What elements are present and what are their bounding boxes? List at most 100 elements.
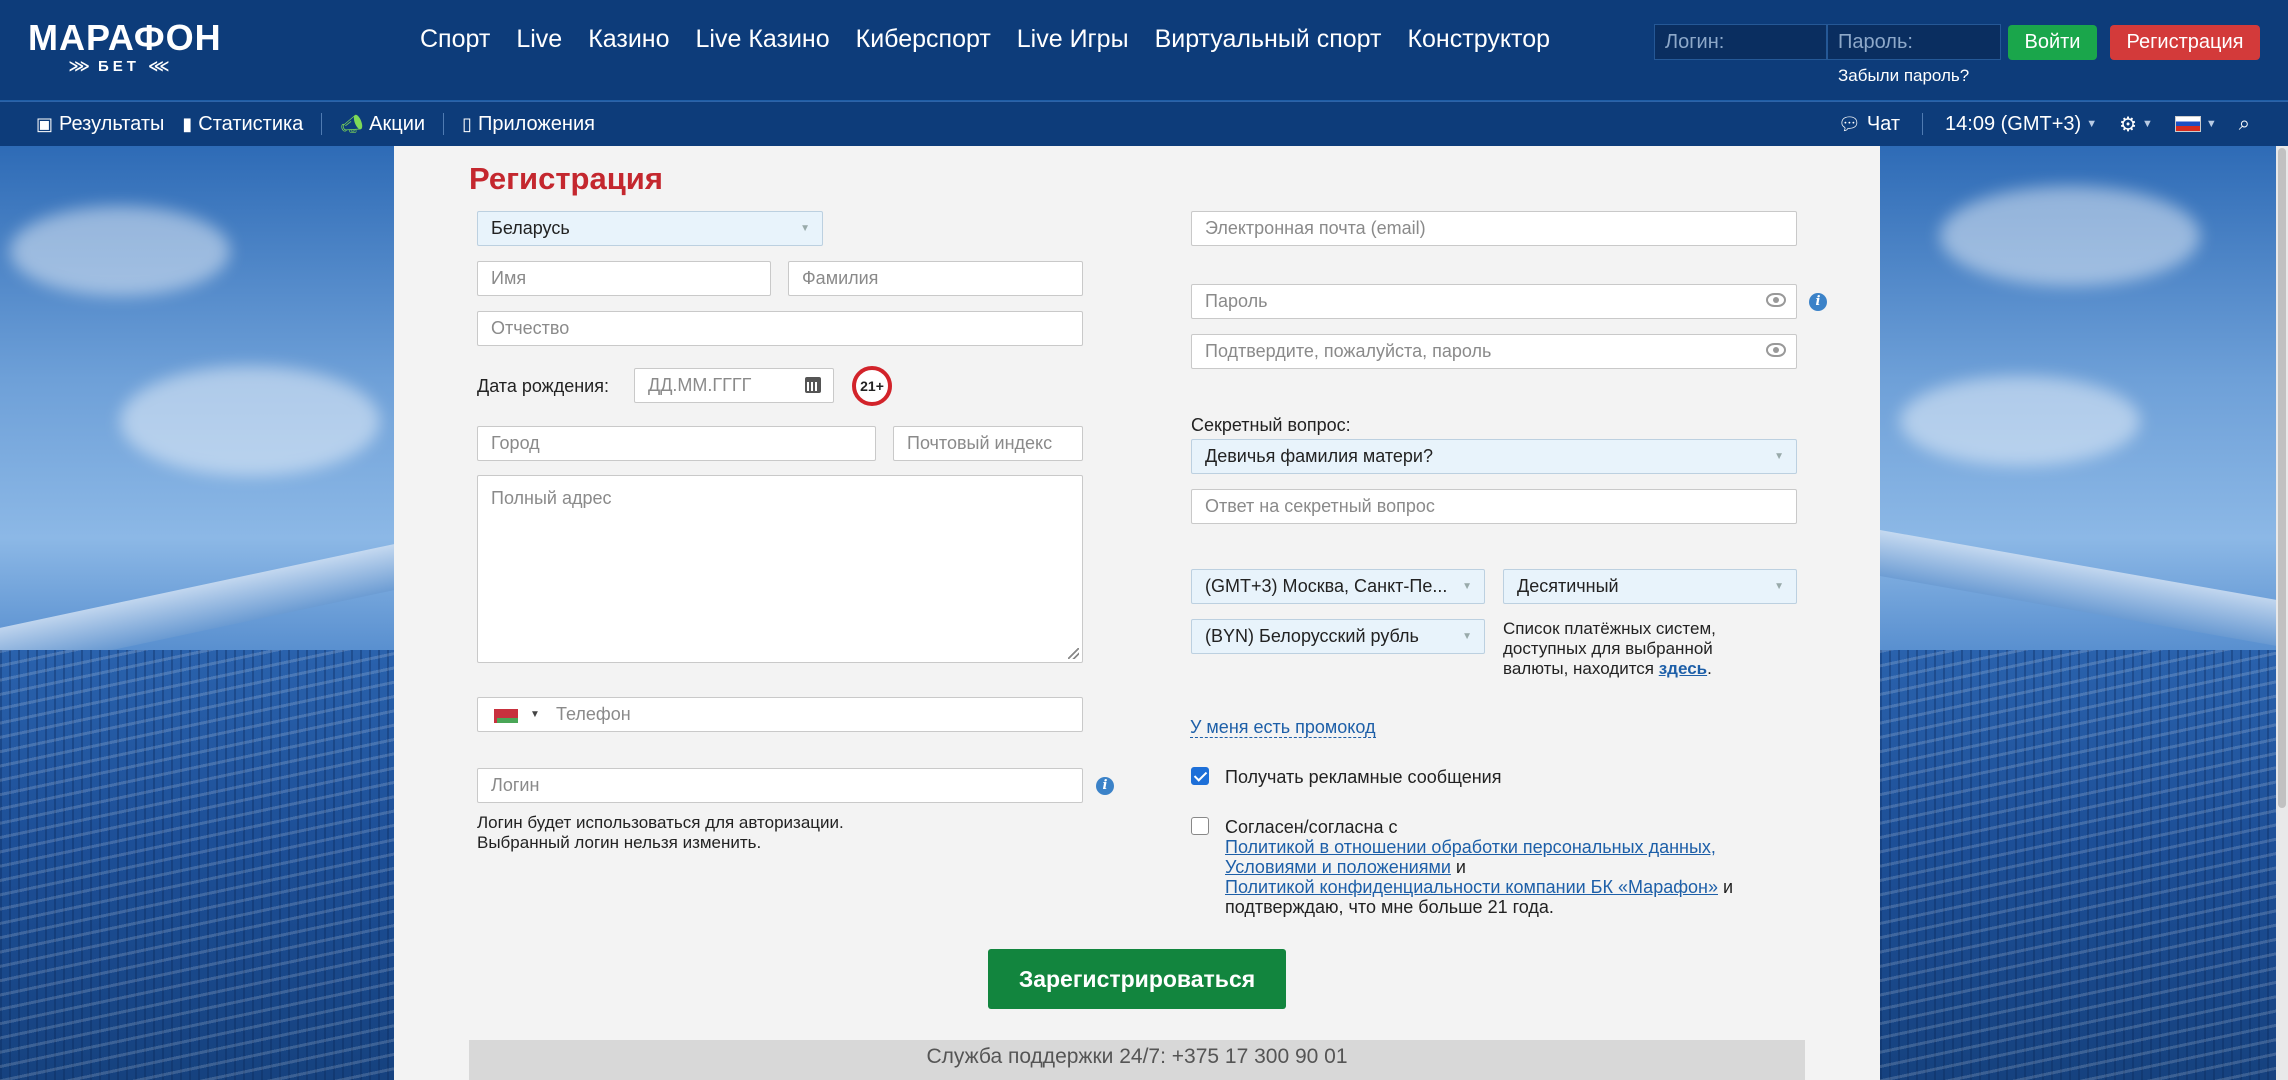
apps-label: Приложения bbox=[477, 112, 595, 135]
chevron-down-icon: ▼ bbox=[1774, 581, 1784, 592]
nav-esports[interactable]: Киберспорт bbox=[856, 22, 991, 56]
chat-icon: 💬︎ bbox=[1837, 113, 1861, 134]
search-icon: ⌕ bbox=[2238, 112, 2250, 135]
main-navigation: Спорт Live Казино Live Казино Киберспорт… bbox=[420, 22, 1576, 56]
payment-note-line-2: доступных для выбранной bbox=[1503, 639, 1713, 658]
first-name-field[interactable]: Имя bbox=[477, 261, 771, 296]
chevron-down-icon: ▼ bbox=[2086, 118, 2098, 130]
eye-icon[interactable] bbox=[1766, 343, 1786, 357]
promotions-label: Акции bbox=[369, 112, 426, 135]
results-link[interactable]: ▣ Результаты bbox=[36, 113, 164, 136]
statistics-link[interactable]: ▮ Статистика bbox=[182, 113, 303, 136]
laurel-left-icon: ⋙ bbox=[68, 58, 90, 75]
stadium-background-left bbox=[0, 146, 394, 1080]
and-text-2: и bbox=[1723, 877, 1734, 897]
marathon-logo[interactable]: МАРАФОН ⋙ БЕТ ⋘ bbox=[28, 17, 222, 76]
and-text: и bbox=[1450, 857, 1466, 877]
search-button[interactable]: ⌕ bbox=[2239, 113, 2250, 136]
time-selector[interactable]: 14:09 (GMT+3) ▼ bbox=[1945, 113, 2097, 136]
chevron-down-icon: ▼ bbox=[2205, 118, 2217, 130]
logo-main-text: МАРАФОН bbox=[28, 17, 222, 58]
header-auth-fields: Логин: Пароль: bbox=[1654, 24, 2001, 60]
birth-date-label: Дата рождения: bbox=[477, 376, 609, 396]
full-address-textarea[interactable]: Полный адрес bbox=[477, 475, 1083, 663]
header-password-input[interactable]: Пароль: bbox=[1827, 24, 2001, 60]
apps-link[interactable]: ▯ Приложения bbox=[462, 113, 595, 136]
patronymic-field[interactable]: Отчество bbox=[477, 311, 1083, 346]
email-field[interactable]: Электронная почта (email) bbox=[1191, 211, 1797, 246]
nav-virtual-sport[interactable]: Виртуальный спорт bbox=[1155, 22, 1382, 56]
calendar-icon[interactable] bbox=[805, 377, 821, 393]
nav-casino[interactable]: Казино bbox=[588, 22, 669, 56]
payment-note-text: валюты, находится bbox=[1503, 659, 1654, 678]
cloud bbox=[1940, 186, 2200, 286]
login-info-icon[interactable]: i bbox=[1096, 777, 1114, 795]
promo-code-link[interactable]: У меня есть промокод bbox=[1190, 717, 1376, 738]
nav-live-games[interactable]: Live Игры bbox=[1017, 22, 1129, 56]
age-21-badge: 21+ bbox=[852, 366, 892, 406]
secret-question-select[interactable]: Девичья фамилия матери? ▼ bbox=[1191, 439, 1797, 474]
language-selector[interactable]: ▼ bbox=[2174, 116, 2217, 132]
promotions-link[interactable]: 📣︎ Акции bbox=[340, 113, 425, 136]
agree-checkbox[interactable] bbox=[1191, 817, 1209, 835]
chat-button[interactable]: 💬︎ Чат bbox=[1838, 113, 1900, 136]
secondary-bar: ▣ Результаты ▮ Статистика 📣︎ Акции ▯ При… bbox=[0, 102, 2288, 146]
time-label: 14:09 (GMT+3) bbox=[1945, 112, 2082, 135]
password-confirm-field[interactable]: Подтвердите, пожалуйста, пароль bbox=[1191, 334, 1797, 369]
login-button[interactable]: Войти bbox=[2008, 25, 2097, 60]
birth-date-field[interactable]: ДД.ММ.ГГГГ bbox=[634, 368, 834, 403]
secret-question-label: Секретный вопрос: bbox=[1191, 415, 1351, 435]
page-title: Регистрация bbox=[469, 161, 663, 196]
stadium-stands bbox=[0, 650, 394, 1080]
password-placeholder: Пароль bbox=[1205, 291, 1268, 311]
full-address-placeholder: Полный адрес bbox=[491, 488, 612, 508]
privacy-policy-link[interactable]: Политикой в отношении обработки персонал… bbox=[1225, 837, 1716, 857]
cloud bbox=[120, 366, 380, 476]
payment-note-dot: . bbox=[1707, 659, 1712, 678]
phone-field[interactable]: ▼ Телефон bbox=[477, 697, 1083, 732]
password-info-icon[interactable]: i bbox=[1809, 293, 1827, 311]
register-button[interactable]: Регистрация bbox=[2110, 25, 2260, 60]
chevron-down-icon[interactable]: ▼ bbox=[530, 698, 540, 731]
chevron-down-icon: ▼ bbox=[1462, 631, 1472, 642]
header-login-input[interactable]: Логин: bbox=[1654, 24, 1827, 60]
secret-answer-field[interactable]: Ответ на секретный вопрос bbox=[1191, 489, 1797, 524]
eye-icon[interactable] bbox=[1766, 293, 1786, 307]
chat-label: Чат bbox=[1866, 112, 1901, 135]
country-select[interactable]: Беларусь ▼ bbox=[477, 211, 823, 246]
nav-sport[interactable]: Спорт bbox=[420, 22, 490, 56]
country-value: Беларусь bbox=[491, 218, 570, 238]
payment-note-line-1: Список платёжных систем, bbox=[1503, 619, 1716, 638]
payment-note-line-3: валюты, находится здесь. bbox=[1503, 659, 1716, 679]
last-name-field[interactable]: Фамилия bbox=[788, 261, 1083, 296]
ads-checkbox-label[interactable]: Получать рекламные сообщения bbox=[1225, 767, 1501, 788]
support-bar: Служба поддержки 24/7: +375 17 300 90 01 bbox=[469, 1040, 1805, 1080]
login-field[interactable]: Логин bbox=[477, 768, 1083, 803]
belarus-flag-icon[interactable] bbox=[490, 709, 518, 723]
odds-format-select[interactable]: Десятичный ▼ bbox=[1503, 569, 1797, 604]
timezone-select[interactable]: (GMT+3) Москва, Санкт-Пе... ▼ bbox=[1191, 569, 1485, 604]
scrollbar-thumb[interactable] bbox=[2278, 148, 2286, 808]
bar-chart-icon: ▮ bbox=[182, 113, 193, 134]
currency-select[interactable]: (BYN) Белорусский рубль ▼ bbox=[1191, 619, 1485, 654]
ads-checkbox[interactable] bbox=[1191, 767, 1209, 785]
city-field[interactable]: Город bbox=[477, 426, 876, 461]
statistics-label: Статистика bbox=[198, 112, 304, 135]
forgot-password-link[interactable]: Забыли пароль? bbox=[1838, 66, 1969, 86]
password-field[interactable]: Пароль bbox=[1191, 284, 1797, 319]
nav-constructor[interactable]: Конструктор bbox=[1407, 22, 1550, 56]
zip-code-field[interactable]: Почтовый индекс bbox=[893, 426, 1083, 461]
page-scrollbar[interactable] bbox=[2276, 146, 2288, 1080]
settings-menu[interactable]: ⚙ ▼ bbox=[2119, 112, 2153, 137]
resize-handle-icon[interactable] bbox=[1068, 648, 1079, 659]
nav-live-casino[interactable]: Live Казино bbox=[696, 22, 830, 56]
submit-registration-button[interactable]: Зарегистрироваться bbox=[988, 949, 1286, 1009]
stadium-background-right bbox=[1880, 146, 2288, 1080]
payment-systems-link[interactable]: здесь bbox=[1659, 659, 1707, 678]
top-header: МАРАФОН ⋙ БЕТ ⋘ Спорт Live Казино Live К… bbox=[0, 0, 2288, 101]
terms-link[interactable]: Условиями и положениями bbox=[1225, 857, 1451, 877]
currency-value: (BYN) Белорусский рубль bbox=[1205, 626, 1419, 646]
cloud bbox=[10, 206, 230, 296]
nav-live[interactable]: Live bbox=[516, 22, 562, 56]
confidentiality-policy-link[interactable]: Политикой конфиденциальности компании БК… bbox=[1225, 877, 1718, 897]
